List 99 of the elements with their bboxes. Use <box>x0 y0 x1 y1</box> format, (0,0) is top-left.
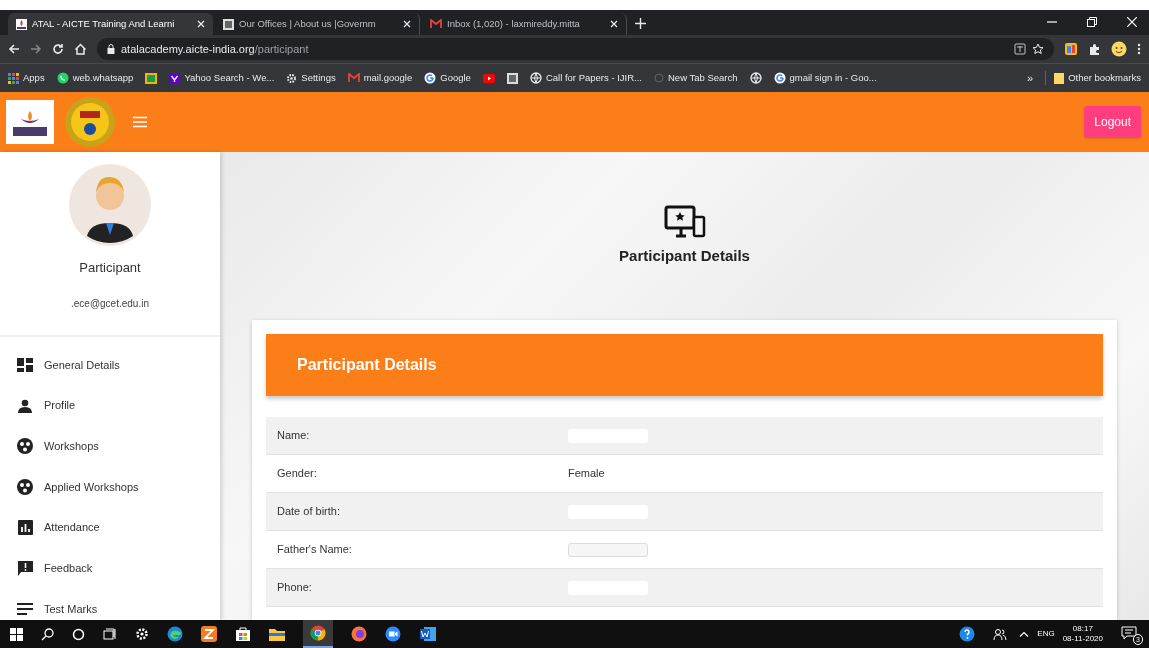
bookmark-item[interactable]: Settings <box>286 70 336 86</box>
bookmark-item[interactable] <box>145 72 158 84</box>
settings-icon[interactable] <box>135 627 149 641</box>
lock-icon <box>107 44 115 54</box>
field-label: Phone: <box>277 580 313 596</box>
bookmark-item[interactable]: mail.google <box>347 70 413 86</box>
play-button-icon <box>482 73 495 83</box>
globe-icon <box>529 72 542 84</box>
g-letter-icon <box>773 72 786 84</box>
active-app-slot[interactable] <box>303 620 333 648</box>
bookmark-item[interactable]: gmail sign in - Goo... <box>773 70 877 86</box>
classroom-board-icon <box>145 72 158 84</box>
star-icon[interactable] <box>1032 43 1044 55</box>
person-icon <box>18 398 32 413</box>
card-title: Participant Details <box>297 355 437 375</box>
page-icon <box>506 72 518 84</box>
close-icon[interactable] <box>197 20 205 28</box>
y-letter-icon <box>169 72 181 84</box>
sidebar-item[interactable]: Feedback <box>0 547 220 589</box>
store-bag-icon[interactable] <box>235 626 251 642</box>
people-icon[interactable] <box>993 627 1008 641</box>
translate-icon[interactable] <box>1014 43 1026 55</box>
menu-icon[interactable] <box>132 116 148 128</box>
lines-icon <box>17 602 33 615</box>
email-text: .ece@gcet.edu.in <box>71 296 149 311</box>
home-icon[interactable] <box>74 43 87 55</box>
feedback-bubble-icon <box>17 560 33 576</box>
back-icon[interactable] <box>8 43 20 55</box>
bookmark-item[interactable]: Apps <box>8 70 45 86</box>
monitor-star-icon <box>663 204 706 239</box>
globe-icon <box>749 72 762 84</box>
forward-icon[interactable] <box>30 43 42 55</box>
restore-icon[interactable] <box>1087 17 1097 27</box>
circle-icon <box>654 73 664 83</box>
sidebar-item[interactable]: Workshops <box>0 425 220 467</box>
field-label: Father's Name: <box>277 542 353 558</box>
avatar-icon <box>69 164 151 246</box>
windows-start-icon[interactable] <box>10 627 23 641</box>
profile-avatar-icon[interactable] <box>1111 41 1127 57</box>
role-label: Participant <box>79 259 141 277</box>
field-label: Gender: <box>277 466 318 482</box>
mail-m-icon <box>430 19 442 29</box>
folder-icon[interactable] <box>269 627 285 641</box>
bookmark-item[interactable] <box>482 73 495 83</box>
sidebar-item[interactable]: Test Marks <box>0 588 220 630</box>
field-label: Date of birth: <box>277 504 341 520</box>
film-reel-icon <box>17 478 33 495</box>
language-indicator[interactable]: ENG <box>1037 628 1055 640</box>
bookmark-item[interactable] <box>749 72 762 84</box>
gear-icon <box>286 72 298 84</box>
url-text: atalacademy.aicte-india.org/participant <box>121 41 309 57</box>
search-icon[interactable] <box>41 627 54 641</box>
sidebar-item[interactable]: General Details <box>0 344 220 386</box>
extension-icon[interactable] <box>1064 42 1078 56</box>
site-logo-icon <box>16 18 27 30</box>
chrome-browser-icon[interactable] <box>310 625 326 641</box>
atal-logo <box>6 100 54 144</box>
bookmark-item[interactable]: Google <box>424 70 471 86</box>
edge-browser-icon[interactable] <box>167 626 183 642</box>
chevron-up-icon[interactable] <box>1019 631 1030 637</box>
sidebar-item[interactable]: Applied Workshops <box>0 466 220 508</box>
browser-tab[interactable]: ATAL - AICTE Training And Learni <box>8 13 213 35</box>
sidebar-item[interactable]: Profile <box>0 385 220 426</box>
cortana-circle-icon[interactable] <box>72 627 85 641</box>
video-camera-icon[interactable] <box>385 626 401 642</box>
mail-m-icon <box>347 73 360 83</box>
reload-icon[interactable] <box>52 43 64 55</box>
dashboard-grid-icon <box>17 357 33 372</box>
more-bookmarks-chevron[interactable]: » <box>1027 69 1034 87</box>
g-letter-icon <box>424 72 437 84</box>
aicte-emblem-icon <box>64 96 116 148</box>
new-tab-plus-icon[interactable] <box>635 18 646 29</box>
more-icon[interactable] <box>1137 43 1141 55</box>
app-tile-icon[interactable] <box>201 626 217 642</box>
close-icon[interactable] <box>403 20 411 28</box>
bookmark-item[interactable] <box>506 72 518 84</box>
clock[interactable]: 08:17 08-11-2020 <box>1062 624 1103 644</box>
chat-bubble-icon <box>56 72 69 84</box>
bookmark-item[interactable]: New Tab Search <box>654 70 738 86</box>
bookmark-item[interactable]: Call for Papers - IJIR... <box>529 70 642 86</box>
film-reel-icon <box>17 438 33 455</box>
address-bar[interactable]: atalacademy.aicte-india.org/participant <box>97 38 1054 60</box>
other-bookmarks-folder[interactable]: Other bookmarks <box>1045 70 1141 86</box>
task-view-icon[interactable] <box>103 627 117 641</box>
sidebar-item[interactable]: Attendance <box>0 507 220 548</box>
help-icon[interactable] <box>959 626 976 642</box>
bar-chart-icon <box>17 520 33 536</box>
apps-grid-icon <box>8 72 19 84</box>
bookmark-item[interactable]: Yahoo Search - We... <box>169 70 275 86</box>
folder-icon <box>1054 72 1065 84</box>
page-icon <box>223 18 234 30</box>
field-value: Female <box>568 466 605 482</box>
firefox-browser-icon[interactable] <box>351 626 367 642</box>
word-document-icon[interactable] <box>419 626 437 642</box>
puzzle-icon[interactable] <box>1088 42 1101 56</box>
page-title: Participant Details <box>619 245 750 266</box>
field-label: Name: <box>277 428 311 444</box>
close-icon[interactable] <box>610 20 618 28</box>
bookmark-item[interactable]: web.whatsapp <box>56 70 134 86</box>
